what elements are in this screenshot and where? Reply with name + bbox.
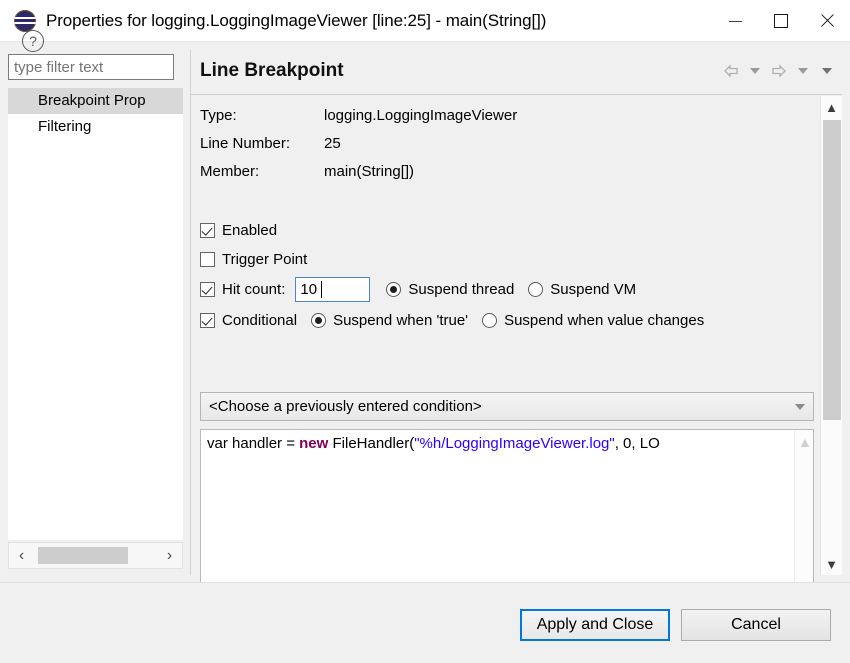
trigger-point-checkbox-row[interactable]: Trigger Point xyxy=(200,251,307,268)
close-icon xyxy=(819,13,835,29)
member-value: main(String[]) xyxy=(324,163,415,180)
code-string-literal: "%h/LoggingImageViewer.log" xyxy=(414,435,615,452)
page-menu-button[interactable] xyxy=(816,60,838,82)
line-number-label: Line Number: xyxy=(200,135,291,152)
enabled-checkbox-row[interactable]: Enabled xyxy=(200,222,277,239)
properties-content-pane: Line Breakpoint Type: logging.LoggingIma… xyxy=(190,50,843,625)
line-number-value: 25 xyxy=(324,135,341,152)
conditional-checkbox[interactable] xyxy=(200,313,215,328)
text-caret xyxy=(321,281,323,298)
condition-combo-value: <Choose a previously entered condition> xyxy=(209,398,482,415)
properties-scroll-region: Type: logging.LoggingImageViewer Line Nu… xyxy=(191,96,843,625)
type-value: logging.LoggingImageViewer xyxy=(324,107,518,124)
trigger-point-checkbox[interactable] xyxy=(200,252,215,267)
hit-count-checkbox[interactable] xyxy=(200,282,215,297)
suspend-when-value-changes-radio[interactable] xyxy=(482,313,498,328)
sidebar-horizontal-scrollbar[interactable]: ‹ › xyxy=(8,542,183,569)
suspend-when-true-label: Suspend when 'true' xyxy=(333,312,469,329)
suspend-when-value-changes-label: Suspend when value changes xyxy=(504,312,705,329)
hit-count-input[interactable] xyxy=(295,277,371,302)
code-suffix: , 0, LO xyxy=(614,435,660,452)
maximize-icon xyxy=(774,13,788,28)
suspend-vm-label: Suspend VM xyxy=(550,281,637,298)
window-title: Properties for logging.LoggingImageViewe… xyxy=(46,10,547,30)
conditional-row[interactable]: Conditional Suspend when 'true' Suspend … xyxy=(200,312,704,329)
apply-and-close-button[interactable]: Apply and Close xyxy=(520,609,670,641)
type-label: Type: xyxy=(200,107,237,124)
minimize-button[interactable] xyxy=(712,0,758,41)
page-title: Line Breakpoint xyxy=(200,60,344,81)
chevron-down-icon xyxy=(822,68,832,74)
chevron-down-icon xyxy=(750,68,760,74)
scroll-right-icon[interactable]: › xyxy=(157,543,182,568)
chevron-down-icon xyxy=(795,403,805,410)
hit-count-field-wrapper xyxy=(285,277,371,302)
filter-input[interactable] xyxy=(8,54,174,80)
hit-count-label: Hit count: xyxy=(222,281,286,298)
code-keyword: new xyxy=(299,435,329,452)
suspend-thread-radio[interactable] xyxy=(386,282,402,297)
window-controls xyxy=(712,0,850,41)
settings-tree[interactable]: Breakpoint Prop Filtering xyxy=(8,88,183,540)
forward-button[interactable] xyxy=(768,60,790,82)
scroll-up-icon[interactable]: ▲ xyxy=(821,96,842,118)
maximize-button[interactable] xyxy=(758,0,804,41)
scroll-left-icon[interactable]: ‹ xyxy=(9,543,34,568)
condition-history-combo[interactable]: <Choose a previously entered condition> xyxy=(200,392,814,421)
sidebar-item-breakpoint-properties[interactable]: Breakpoint Prop xyxy=(8,88,183,114)
eclipse-icon xyxy=(14,9,36,32)
forward-arrow-icon xyxy=(772,64,786,78)
code-line: var handler = new FileHandler("%h/Loggin… xyxy=(207,435,660,452)
back-arrow-icon xyxy=(724,64,738,78)
code-prefix: var handler = xyxy=(207,435,300,452)
content-scroll-thumb[interactable] xyxy=(823,120,841,420)
scroll-down-icon[interactable]: ▼ xyxy=(821,553,842,575)
chevron-up-icon[interactable]: ▲ xyxy=(798,434,812,450)
minimize-icon xyxy=(728,20,742,23)
window-title-bar: Properties for logging.LoggingImageViewe… xyxy=(0,0,850,41)
close-button[interactable] xyxy=(804,0,850,41)
dialog-body: Breakpoint Prop Filtering ‹ › Line Break… xyxy=(0,41,850,625)
hit-count-row[interactable]: Hit count: Suspend thread Suspend VM xyxy=(200,277,636,302)
help-icon[interactable]: ? xyxy=(22,30,44,52)
content-header: Line Breakpoint xyxy=(191,50,842,95)
back-dropdown-button[interactable] xyxy=(744,60,766,82)
enabled-label: Enabled xyxy=(222,222,278,239)
header-navigation xyxy=(720,60,838,82)
conditional-label: Conditional xyxy=(222,312,298,329)
member-label: Member: xyxy=(200,163,260,180)
chevron-down-icon xyxy=(798,68,808,74)
settings-navigation-pane: Breakpoint Prop Filtering ‹ › xyxy=(8,50,183,575)
content-vertical-scrollbar[interactable]: ▲ ▼ xyxy=(820,96,842,575)
suspend-when-true-radio[interactable] xyxy=(311,313,327,328)
enabled-checkbox[interactable] xyxy=(200,223,215,238)
cancel-button[interactable]: Cancel xyxy=(681,609,831,641)
trigger-point-label: Trigger Point xyxy=(222,251,308,268)
back-button[interactable] xyxy=(720,60,742,82)
suspend-vm-radio[interactable] xyxy=(528,282,544,297)
sidebar-item-filtering[interactable]: Filtering xyxy=(8,114,183,140)
suspend-thread-label: Suspend thread xyxy=(408,281,515,298)
forward-dropdown-button[interactable] xyxy=(792,60,814,82)
code-after-keyword: FileHandler( xyxy=(328,435,415,452)
sidebar-scroll-thumb[interactable] xyxy=(38,547,128,564)
